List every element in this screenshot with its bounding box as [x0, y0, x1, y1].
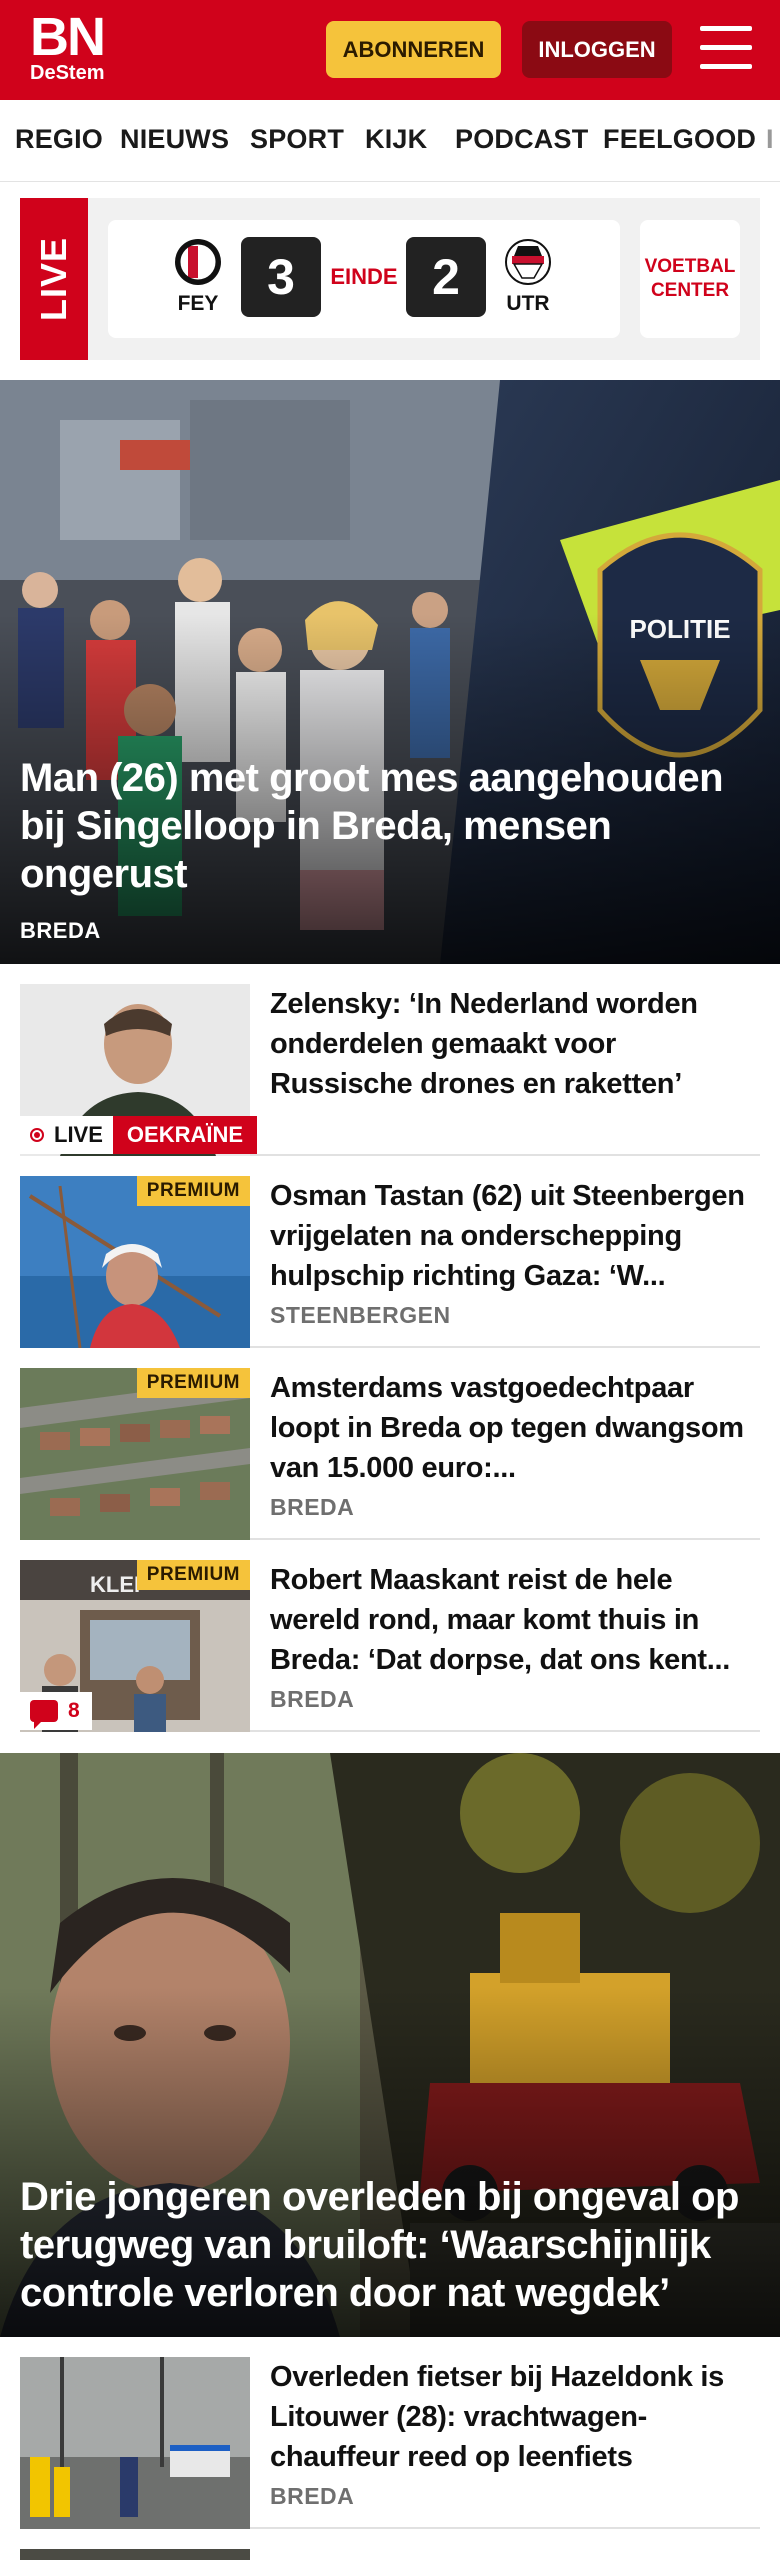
hero-article-2[interactable]: Drie jongeren overleden bij ongeval op t…	[0, 1753, 780, 2337]
voetbal-center-label-2: CENTER	[650, 280, 730, 301]
article-title[interactable]: Robert Maaskant reist de hele wereld ron…	[270, 1560, 760, 1680]
logo-subtitle: DeStem	[30, 62, 105, 84]
list-item-robert-maaskant[interactable]: KLEI PREMIUM 8 Robert Maaskant reist de …	[20, 1560, 760, 1732]
site-header: BN DeStem ABONNEREN INLOGGEN	[0, 0, 780, 100]
next-item-thumb-partial	[20, 2549, 250, 2560]
feyenoord-crest-icon	[174, 238, 222, 286]
live-indicator: LIVE	[20, 1116, 113, 1154]
comment-count: 8	[68, 1699, 80, 1722]
voetbal-center-label-1: VOETBAL	[644, 256, 736, 277]
logo-main: BN	[30, 7, 106, 67]
nav-item-kijk[interactable]: KIJK	[365, 124, 427, 155]
hero-1-title[interactable]: Man (26) met groot mes aangehouden bij S…	[20, 754, 760, 898]
list-item-osman-tastan[interactable]: PREMIUM Osman Tastan (62) uit Steenber­g…	[20, 1176, 760, 1348]
section-nav: REGIO NIEUWS SPORT KIJK PODCAST FEELGOOD…	[0, 100, 780, 182]
nav-item-podcast[interactable]: PODCAST	[455, 124, 588, 155]
premium-badge: PREMIUM	[136, 1368, 250, 1398]
article-tag: STEENBERGEN	[270, 1302, 451, 1328]
live-indicator-label: LIVE	[54, 1122, 103, 1147]
article-tag: BREDA	[270, 1686, 355, 1712]
away-score: 2	[406, 237, 486, 317]
subscribe-button[interactable]: ABONNEREN	[326, 21, 501, 78]
nav-item-nieuws[interactable]: NIEUWS	[120, 124, 229, 155]
away-team: UTR	[498, 238, 558, 316]
article-title[interactable]: Amsterdams vastgoedechtpaar loopt in Bre…	[270, 1368, 760, 1488]
voetbal-center-button[interactable]: VOETBAL CENTER	[640, 220, 740, 338]
hero-2-title[interactable]: Drie jongeren overleden bij ongeval op t…	[20, 2173, 760, 2317]
live-scoreboard: LIVE FEY 3 EINDE 2 UTR VOETBAL CENTER	[20, 198, 760, 360]
article-tag: BREDA	[270, 1494, 355, 1520]
article-title[interactable]: Overleden fietser bij Hazeldonk is Litou…	[270, 2357, 760, 2477]
utrecht-crest-icon	[504, 238, 552, 286]
article-title[interactable]: Osman Tastan (62) uit Steenber­gen vrijg…	[270, 1176, 760, 1296]
home-team-name: FEY	[177, 292, 219, 315]
article-tag: BREDA	[270, 2483, 355, 2509]
home-score: 3	[241, 237, 321, 317]
premium-badge: PREMIUM	[136, 1560, 250, 1590]
comments-pill[interactable]: 8	[20, 1692, 92, 1730]
comment-icon	[30, 1700, 58, 1729]
nav-item-feelgood[interactable]: FEELGOOD	[603, 124, 756, 155]
hero-1-tag: BREDA	[20, 918, 101, 943]
hamburger-menu-icon[interactable]	[700, 24, 752, 72]
home-team: FEY	[168, 238, 228, 316]
login-button[interactable]: INLOGGEN	[522, 21, 672, 78]
live-topic-pill: LIVE OEKRAÏNE	[20, 1116, 258, 1154]
live-label: LIVE	[33, 236, 74, 322]
list-item-overleden-fietser[interactable]: Overleden fietser bij Hazeldonk is Litou…	[20, 2357, 760, 2529]
match-status: EINDE	[330, 264, 398, 289]
list-item-zelensky[interactable]: LIVE OEKRAÏNE Zelensky: ‘In Nederland wo…	[20, 984, 760, 1156]
topic-label: OEKRAÏNE	[112, 1116, 258, 1154]
nav-item-regio[interactable]: REGIO	[15, 124, 103, 155]
article-title[interactable]: Zelensky: ‘In Nederland worden onderdele…	[270, 984, 760, 1104]
away-team-name: UTR	[506, 292, 550, 315]
match-card[interactable]: FEY 3 EINDE 2 UTR	[108, 220, 620, 338]
site-logo[interactable]: BN DeStem	[30, 7, 106, 84]
list-item-amsterdams-vastgoed[interactable]: PREMIUM Amsterdams vastgoedechtpaar loop…	[20, 1368, 760, 1540]
hero-article-1[interactable]: POLITIE Man (26) met groot mes aangehoud…	[0, 380, 780, 964]
svg-text:KLEI: KLEI	[90, 1572, 140, 1597]
live-badge: LIVE	[20, 198, 88, 360]
premium-badge: PREMIUM	[136, 1176, 250, 1206]
live-dot-icon	[30, 1128, 44, 1142]
nav-item-more[interactable]: I	[766, 124, 774, 155]
thumb-accident-scene	[20, 2357, 250, 2529]
nav-item-sport[interactable]: SPORT	[250, 124, 344, 155]
